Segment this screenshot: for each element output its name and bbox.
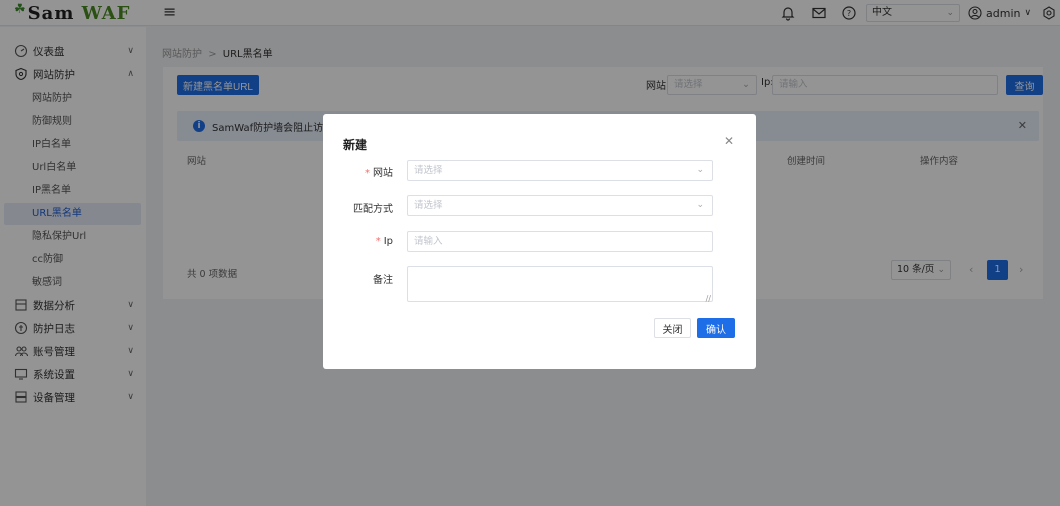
new-dialog: 新建 ✕ * 网站 请选择 ⌄ 匹配方式 请选择 ⌄ * Ip 请输入 备注 ∕∕ … — [323, 114, 756, 369]
remark-field-label: 备注 — [373, 275, 393, 286]
required-mark: * — [365, 168, 370, 179]
site-select-placeholder: 请选择 — [414, 165, 443, 176]
close-icon[interactable]: ✕ — [724, 134, 734, 148]
ip-field-label: * Ip — [376, 236, 393, 247]
chevron-down-icon: ⌄ — [696, 200, 704, 210]
resize-handle-icon[interactable]: ∕∕ — [706, 294, 711, 303]
match-type-placeholder: 请选择 — [414, 200, 443, 211]
ip-field-label-text: Ip — [383, 236, 393, 247]
required-mark: * — [375, 236, 381, 247]
close-button[interactable]: 关闭 — [654, 318, 691, 338]
remark-textarea[interactable]: ∕∕ — [407, 266, 713, 303]
match-type-select[interactable]: 请选择 ⌄ — [407, 195, 713, 216]
confirm-button[interactable]: 确认 — [697, 318, 735, 338]
dialog-title: 新建 — [343, 138, 368, 152]
site-field-label-text: 网站 — [373, 168, 393, 179]
chevron-down-icon: ⌄ — [696, 165, 704, 175]
ip-input[interactable]: 请输入 — [407, 231, 713, 252]
site-field-label: * 网站 — [365, 164, 393, 179]
ip-input-placeholder: 请输入 — [414, 236, 443, 247]
match-type-field-label: 匹配方式 — [353, 204, 393, 215]
site-select[interactable]: 请选择 ⌄ — [407, 160, 713, 181]
